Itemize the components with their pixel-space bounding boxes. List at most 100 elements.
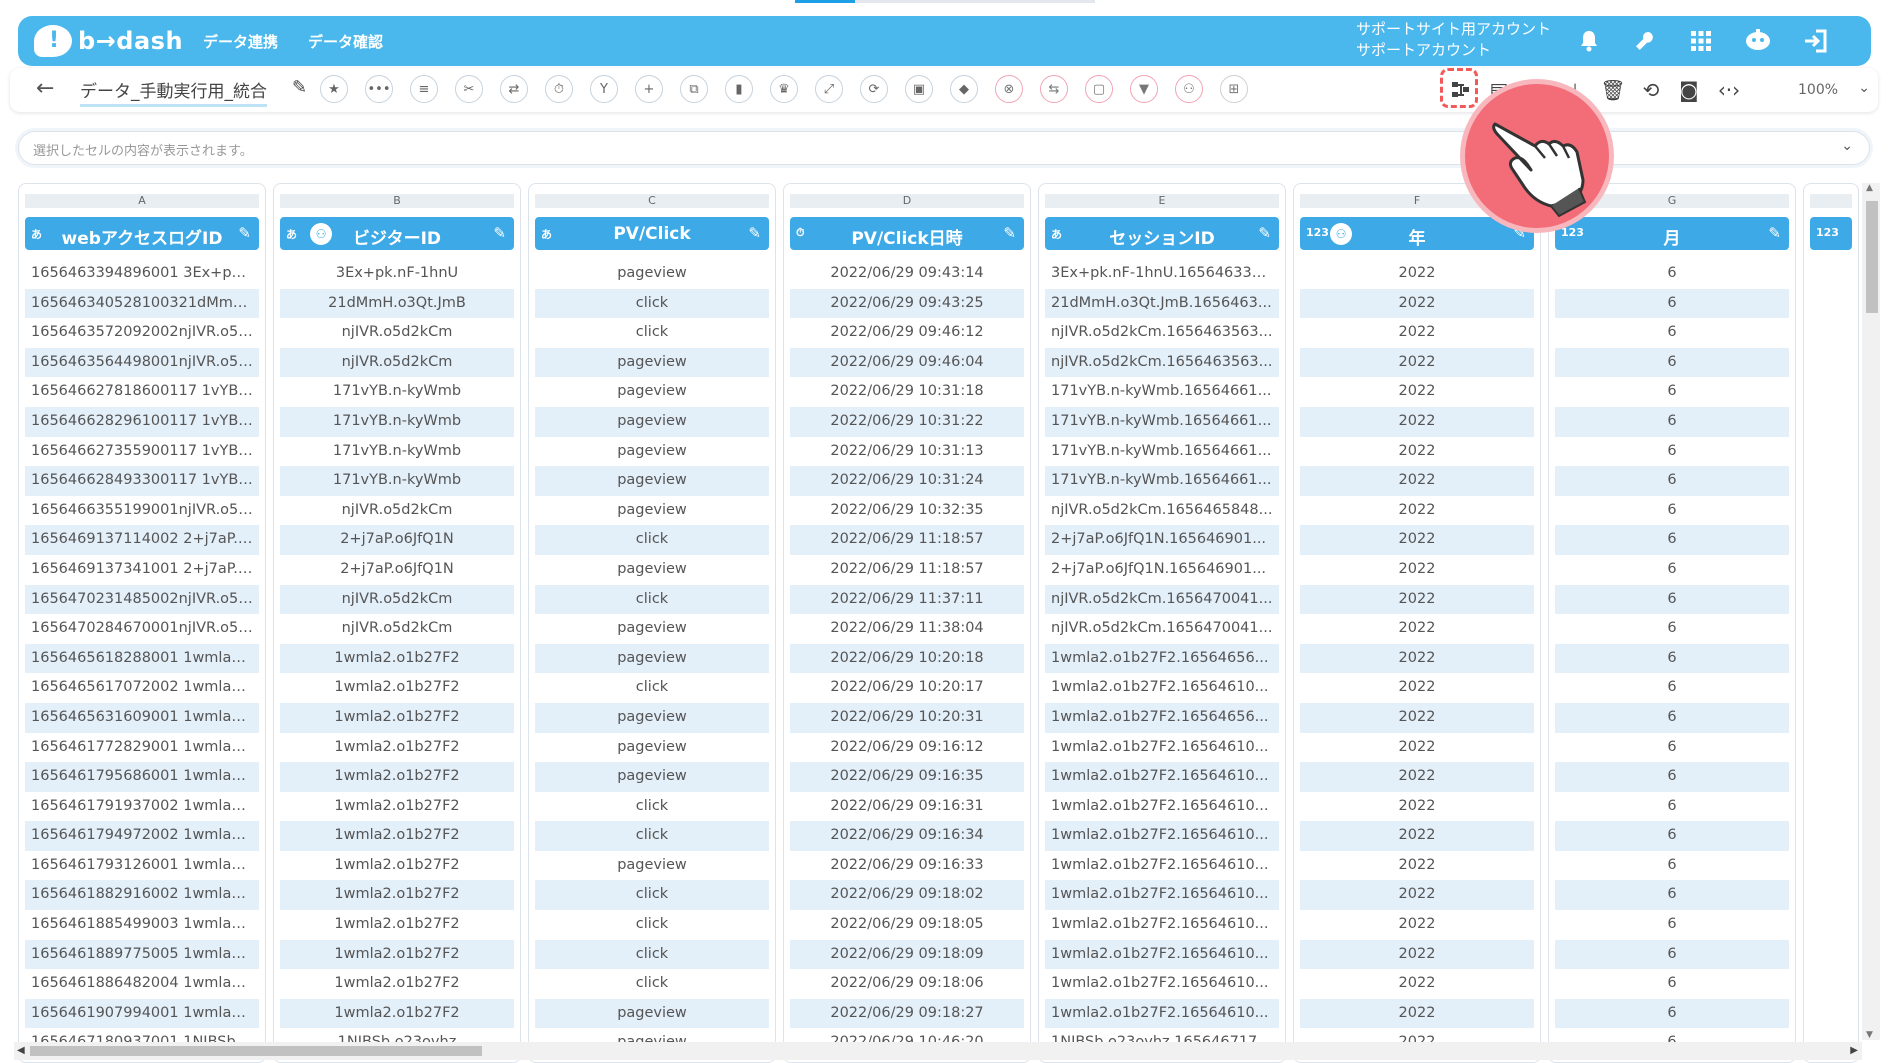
- edit-column-icon[interactable]: ✎: [1003, 224, 1016, 242]
- table-cell[interactable]: 1wmla2.o1b27F2: [280, 733, 514, 763]
- package-icon[interactable]: ◆: [950, 75, 978, 103]
- table-cell[interactable]: click: [535, 318, 769, 348]
- table-cell[interactable]: njIVR.o5d2kCm: [280, 318, 514, 348]
- table-cell[interactable]: 1656461885499003 1wmla2.o1b27F2: [25, 910, 259, 940]
- person-icon[interactable]: ⚇: [1175, 75, 1203, 103]
- table-cell[interactable]: 1656463572092002njIVR.o5d2kCm: [25, 318, 259, 348]
- table-cell[interactable]: 171vYB.n-kyWmb.16564661...: [1045, 406, 1279, 437]
- table-cell[interactable]: 2022/06/29 09:43:25: [790, 288, 1024, 319]
- table-cell[interactable]: click: [535, 792, 769, 822]
- column-header[interactable]: あ PV/Click ✎: [535, 217, 769, 250]
- table-cell[interactable]: 2022/06/29 11:37:11: [790, 584, 1024, 615]
- table-cell[interactable]: njIVR.o5d2kCm.1656470041...: [1045, 614, 1279, 644]
- table-cell[interactable]: 2022: [1300, 762, 1534, 792]
- table-cell[interactable]: 2022: [1300, 259, 1534, 289]
- table-cell[interactable]: 2+j7aP.o6JfQ1N.165646901...: [1045, 525, 1279, 555]
- table-cell[interactable]: 1656461907994001 1wmla2.o1b27F2: [25, 998, 259, 1029]
- table-cell[interactable]: njIVR.o5d2kCm.1656463563...: [1045, 318, 1279, 348]
- edit-title-icon[interactable]: ✎: [292, 77, 307, 98]
- table-cell[interactable]: pageview: [535, 762, 769, 792]
- cancel-icon[interactable]: ⊗: [995, 75, 1023, 103]
- table-cell[interactable]: 1wmla2.o1b27F2: [280, 673, 514, 703]
- table-cell[interactable]: njIVR.o5d2kCm: [280, 614, 514, 644]
- table-cell[interactable]: 1wmla2.o1b27F2: [280, 821, 514, 851]
- table-cell[interactable]: 6: [1555, 939, 1789, 970]
- table-cell[interactable]: 2022: [1300, 466, 1534, 496]
- table-cell[interactable]: 2022/06/29 10:31:24: [790, 466, 1024, 496]
- table-cell[interactable]: 2022: [1300, 406, 1534, 437]
- table-cell[interactable]: 2022/06/29 09:18:06: [790, 969, 1024, 999]
- table-cell[interactable]: 1656469137341001 2+j7aP.o6JfQ1N: [25, 555, 259, 585]
- table-cell[interactable]: 1wmla2.o1b27F2: [280, 910, 514, 940]
- table-cell[interactable]: 1wmla2.o1b27F2: [280, 998, 514, 1029]
- table-cell[interactable]: 165646627818600117 1vYB.n-kyWmb: [25, 377, 259, 407]
- table-cell[interactable]: click: [535, 969, 769, 999]
- table-cell[interactable]: 2022: [1300, 702, 1534, 733]
- table-cell[interactable]: pageview: [535, 347, 769, 378]
- table-cell[interactable]: 1wmla2.o1b27F2.16564610...: [1045, 762, 1279, 792]
- table-cell[interactable]: 2+j7aP.o6JfQ1N.165646901...: [1045, 555, 1279, 585]
- table-cell[interactable]: 6: [1555, 643, 1789, 674]
- horizontal-scroll-thumb[interactable]: [30, 1046, 482, 1056]
- bell-icon[interactable]: [1574, 26, 1604, 56]
- table-cell[interactable]: 6: [1555, 288, 1789, 319]
- table-cell[interactable]: 1656465617072002 1wmla2.o1b27F2: [25, 673, 259, 703]
- table-cell[interactable]: 2022: [1300, 792, 1534, 822]
- nav-data-check[interactable]: データ確認: [308, 31, 383, 52]
- delete-icon[interactable]: ▮: [725, 75, 753, 103]
- table-cell[interactable]: 2022/06/29 11:18:57: [790, 555, 1024, 585]
- table-cell[interactable]: 1wmla2.o1b27F2: [280, 969, 514, 999]
- table-cell[interactable]: 6: [1555, 762, 1789, 792]
- scissors-icon[interactable]: ✂: [455, 75, 483, 103]
- column-header[interactable]: ⏱ PV/Click日時 ✎: [790, 217, 1024, 250]
- table-cell[interactable]: 6: [1555, 525, 1789, 555]
- table-cell[interactable]: 1wmla2.o1b27F2.16564610...: [1045, 673, 1279, 703]
- table-cell[interactable]: 2022/06/29 10:31:22: [790, 406, 1024, 437]
- table-cell[interactable]: 21dMmH.o3Qt.JmB: [280, 288, 514, 319]
- table-cell[interactable]: 2022: [1300, 880, 1534, 911]
- apps-grid-icon[interactable]: [1686, 26, 1716, 56]
- table-cell[interactable]: 2022/06/29 10:31:13: [790, 437, 1024, 467]
- table-cell[interactable]: 171vYB.n-kyWmb.16564661...: [1045, 437, 1279, 467]
- edit-column-icon[interactable]: ✎: [748, 224, 761, 242]
- back-arrow-icon[interactable]: ←: [36, 76, 54, 101]
- table-cell[interactable]: 2022: [1300, 821, 1534, 851]
- table-cell[interactable]: pageview: [535, 998, 769, 1029]
- table-cell[interactable]: 6: [1555, 496, 1789, 526]
- table-cell[interactable]: 2022/06/29 10:31:18: [790, 377, 1024, 407]
- table-cell[interactable]: pageview: [535, 466, 769, 496]
- table-cell[interactable]: pageview: [535, 377, 769, 407]
- vertical-scroll-thumb[interactable]: [1866, 201, 1878, 313]
- scroll-up-icon[interactable]: ▲: [1866, 183, 1873, 193]
- table-cell[interactable]: pageview: [535, 733, 769, 763]
- table-cell[interactable]: 2022/06/29 11:38:04: [790, 614, 1024, 644]
- table-cell[interactable]: 1656465631609001 1wmla2.o1b27F2: [25, 702, 259, 733]
- table-cell[interactable]: 1wmla2.o1b27F2.16564656...: [1045, 643, 1279, 674]
- table-cell[interactable]: pageview: [535, 406, 769, 437]
- crown-icon[interactable]: ♛: [770, 75, 798, 103]
- vertical-scrollbar[interactable]: ▲ ▼: [1862, 183, 1880, 1040]
- table-cell[interactable]: 2022/06/29 09:16:35: [790, 762, 1024, 792]
- table-cell[interactable]: 6: [1555, 406, 1789, 437]
- table-cell[interactable]: 2022/06/29 10:20:18: [790, 643, 1024, 674]
- table-cell[interactable]: 2022/06/29 09:18:27: [790, 998, 1024, 1029]
- camera-icon[interactable]: ◙: [1675, 76, 1703, 104]
- table-cell[interactable]: 1wmla2.o1b27F2.16564610...: [1045, 880, 1279, 911]
- table-cell[interactable]: click: [535, 525, 769, 555]
- table-cell[interactable]: 2022: [1300, 643, 1534, 674]
- table-title[interactable]: データ_手動実行用_統合: [80, 77, 267, 107]
- table-cell[interactable]: 1wmla2.o1b27F2.16564610...: [1045, 821, 1279, 851]
- merge-icon[interactable]: Y: [590, 75, 618, 103]
- edit-column-icon[interactable]: ✎: [493, 224, 506, 242]
- table-icon[interactable]: ⊞: [1220, 75, 1248, 103]
- table-cell[interactable]: pageview: [535, 702, 769, 733]
- table-cell[interactable]: 2022: [1300, 437, 1534, 467]
- table-cell[interactable]: 2022: [1300, 733, 1534, 763]
- table-cell[interactable]: 2022: [1300, 525, 1534, 555]
- scroll-right-icon[interactable]: ▶: [1850, 1045, 1858, 1056]
- table-cell[interactable]: 2022: [1300, 377, 1534, 407]
- table-cell[interactable]: 171vYB.n-kyWmb: [280, 406, 514, 437]
- table-cell[interactable]: 2022: [1300, 347, 1534, 378]
- table-cell[interactable]: click: [535, 939, 769, 970]
- table-cell[interactable]: 1656461794972002 1wmla2.o1b27F2: [25, 821, 259, 851]
